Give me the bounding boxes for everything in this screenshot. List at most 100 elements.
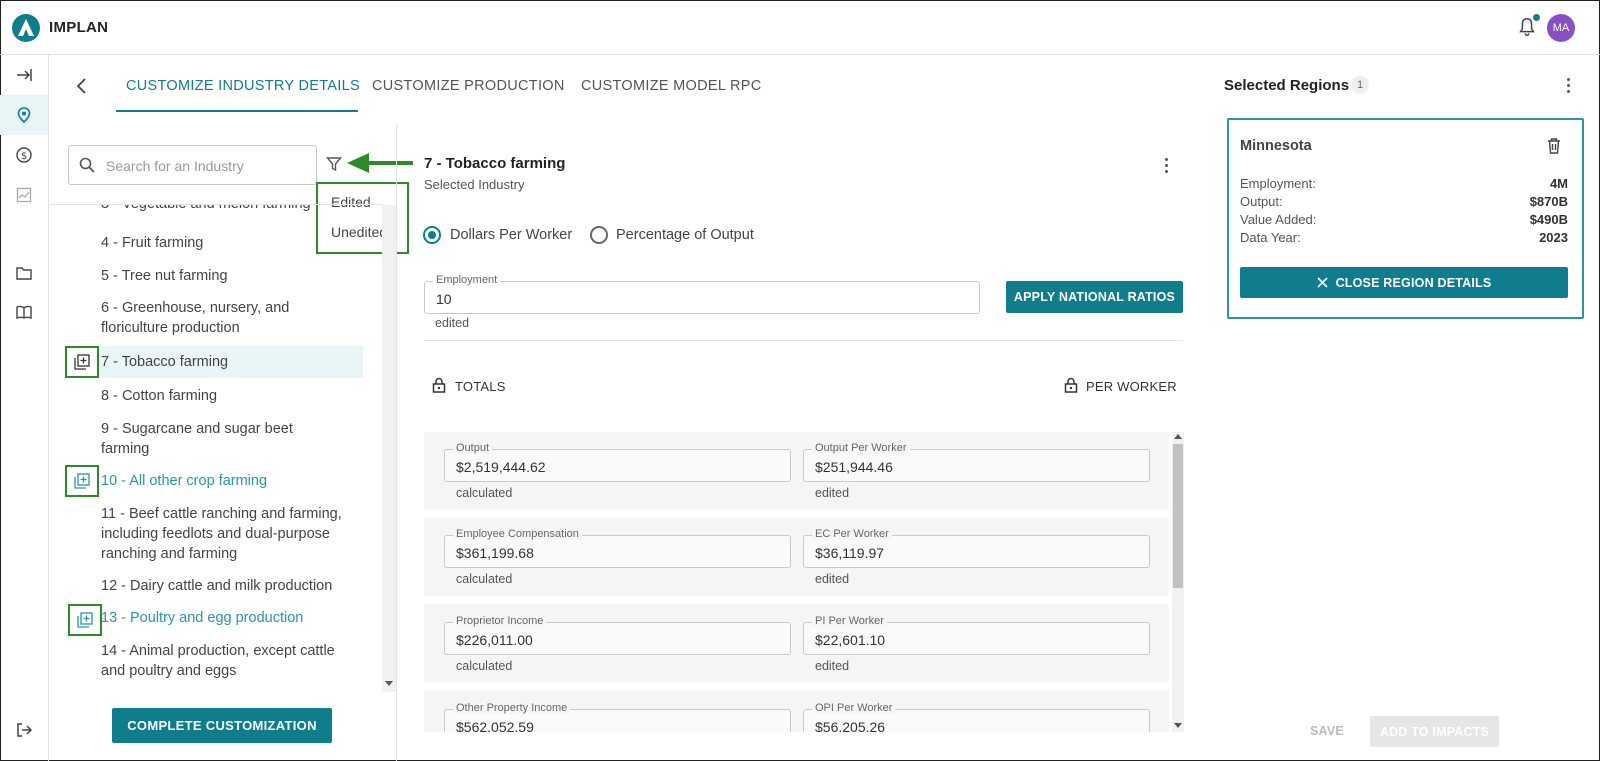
industry-search <box>68 145 317 185</box>
radio-percentage-of-output[interactable] <box>590 226 608 244</box>
trash-icon[interactable] <box>1546 137 1562 155</box>
field-label: OPI Per Worker <box>812 702 896 714</box>
list-item-edited[interactable]: 13 - Poultry and egg production <box>101 608 383 628</box>
field-status: calculated <box>456 486 513 500</box>
list-item-selected[interactable]: 7 - Tobacco farming <box>99 346 363 378</box>
expand-icon[interactable] <box>0 55 48 95</box>
industry-subtitle: Selected Industry <box>424 177 525 192</box>
field-value: $251,944.46 <box>815 459 893 475</box>
employment-value: 10 <box>436 291 452 307</box>
field-label: PI Per Worker <box>812 615 887 627</box>
back-chevron-icon[interactable] <box>72 76 92 96</box>
add-to-impacts-button[interactable]: ADD TO IMPACTS <box>1370 716 1499 747</box>
per-worker-field[interactable]: EC Per Worker $36,119.97 <box>803 528 1150 568</box>
employment-label: Employment <box>433 274 501 286</box>
list-item[interactable]: 9 - Sugarcane and sugar beet farming <box>101 419 321 459</box>
folder-icon[interactable] <box>0 253 48 293</box>
field-value: $562,052.59 <box>456 719 534 732</box>
field-label: EC Per Worker <box>812 528 892 540</box>
stat-value: 2023 <box>1539 230 1568 245</box>
more-options-icon[interactable] <box>1165 158 1169 176</box>
list-item[interactable]: 12 - Dairy cattle and milk production <box>101 576 383 596</box>
copy-plus-icon <box>77 612 93 628</box>
edited-marker-tobacco <box>65 346 99 378</box>
employment-field[interactable]: Employment 10 <box>424 274 980 314</box>
regions-more-icon[interactable] <box>1567 78 1570 96</box>
list-item[interactable]: 4 - Fruit farming <box>101 233 383 253</box>
close-region-details-button[interactable]: CLOSE REGION DETAILS <box>1240 267 1568 298</box>
radio-dollars-per-worker[interactable] <box>423 226 441 244</box>
list-item[interactable]: 11 - Beef cattle ranching and farming, i… <box>101 504 351 564</box>
apply-national-ratios-button[interactable]: APPLY NATIONAL RATIOS <box>1006 281 1183 313</box>
left-rail: $ <box>0 55 49 761</box>
copy-plus-icon <box>74 473 90 489</box>
field-status: calculated <box>456 572 513 586</box>
tab-customize-model-rpc[interactable]: CUSTOMIZE MODEL RPC <box>581 78 762 94</box>
book-icon[interactable] <box>0 292 48 332</box>
field-label: Proprietor Income <box>453 615 547 627</box>
total-field[interactable]: Output $2,519,444.62 <box>444 442 791 482</box>
lock-icon[interactable] <box>1064 377 1078 393</box>
list-item[interactable]: 8 - Cotton farming <box>101 386 383 406</box>
list-scrollbar[interactable] <box>382 205 396 692</box>
scroll-down-icon[interactable] <box>385 681 393 687</box>
map-pin-icon[interactable] <box>0 95 48 135</box>
field-status: edited <box>815 659 850 673</box>
stat-label: Output: <box>1240 194 1283 209</box>
close-region-details-label: CLOSE REGION DETAILS <box>1335 275 1492 290</box>
region-count-badge: 1 <box>1351 76 1369 94</box>
stat-value: $870B <box>1529 194 1568 209</box>
tab-customize-production[interactable]: CUSTOMIZE PRODUCTION <box>372 78 565 94</box>
top-bar: IMPLAN MA <box>0 0 1600 55</box>
per-worker-field[interactable]: OPI Per Worker $56,205.26 <box>803 702 1150 732</box>
filter-icon[interactable] <box>326 156 342 172</box>
field-value: $36,119.97 <box>815 545 885 561</box>
complete-customization-button[interactable]: COMPLETE CUSTOMIZATION <box>112 708 332 743</box>
radio-label-dollars: Dollars Per Worker <box>450 227 573 243</box>
stat-label: Employment: <box>1240 176 1316 191</box>
list-item[interactable]: 6 - Greenhouse, nursery, and floricultur… <box>101 298 341 338</box>
total-field[interactable]: Employee Compensation $361,199.68 <box>444 528 791 568</box>
annotation-arrow-icon <box>347 153 413 173</box>
list-item-edited[interactable]: 10 - All other crop farming <box>101 471 383 491</box>
field-status: calculated <box>456 659 513 673</box>
field-value: $361,199.68 <box>456 545 534 561</box>
panel-divider <box>396 125 397 761</box>
scroll-up-icon[interactable] <box>1174 434 1182 440</box>
list-item[interactable]: 5 - Tree nut farming <box>101 266 383 286</box>
per-worker-field[interactable]: Output Per Worker $251,944.46 <box>803 442 1150 482</box>
brand-name: IMPLAN <box>49 19 109 36</box>
radio-label-percentage: Percentage of Output <box>616 227 754 243</box>
values-table: Output $2,519,444.62 calculated Output P… <box>424 432 1184 732</box>
dollar-icon[interactable]: $ <box>0 135 48 175</box>
field-value: $226,011.00 <box>456 632 533 648</box>
logout-icon[interactable] <box>0 710 48 750</box>
field-status: edited <box>815 486 850 500</box>
lock-icon[interactable] <box>432 377 446 393</box>
total-field[interactable]: Proprietor Income $226,011.00 <box>444 615 791 655</box>
stat-label: Data Year: <box>1240 230 1301 245</box>
field-status: edited <box>815 572 850 586</box>
selected-regions-title: Selected Regions <box>1224 77 1350 94</box>
field-value: $2,519,444.62 <box>456 459 546 475</box>
avatar[interactable]: MA <box>1547 14 1575 42</box>
tab-customize-industry-details[interactable]: CUSTOMIZE INDUSTRY DETAILS <box>126 78 360 94</box>
list-item[interactable]: 3 - Vegetable and melon farming <box>101 205 363 214</box>
field-label: Employee Compensation <box>453 528 582 540</box>
chart-icon[interactable] <box>0 175 48 215</box>
active-tab-indicator <box>116 110 358 112</box>
scroll-down-icon[interactable] <box>1174 723 1182 729</box>
list-item[interactable]: 14 - Animal production, except cattle an… <box>101 641 356 681</box>
table-scrollbar-thumb[interactable] <box>1173 444 1183 588</box>
implan-logo-icon[interactable] <box>12 14 40 42</box>
stat-value: $490B <box>1529 212 1568 227</box>
close-icon <box>1316 277 1328 288</box>
save-button[interactable]: SAVE <box>1310 724 1344 738</box>
search-icon <box>79 157 95 173</box>
stat-label: Value Added: <box>1240 212 1317 227</box>
notification-dot <box>1533 14 1540 21</box>
search-input[interactable] <box>106 155 306 177</box>
industry-title: 7 - Tobacco farming <box>424 155 566 172</box>
total-field[interactable]: Other Property Income $562,052.59 <box>444 702 791 732</box>
per-worker-field[interactable]: PI Per Worker $22,601.10 <box>803 615 1150 655</box>
